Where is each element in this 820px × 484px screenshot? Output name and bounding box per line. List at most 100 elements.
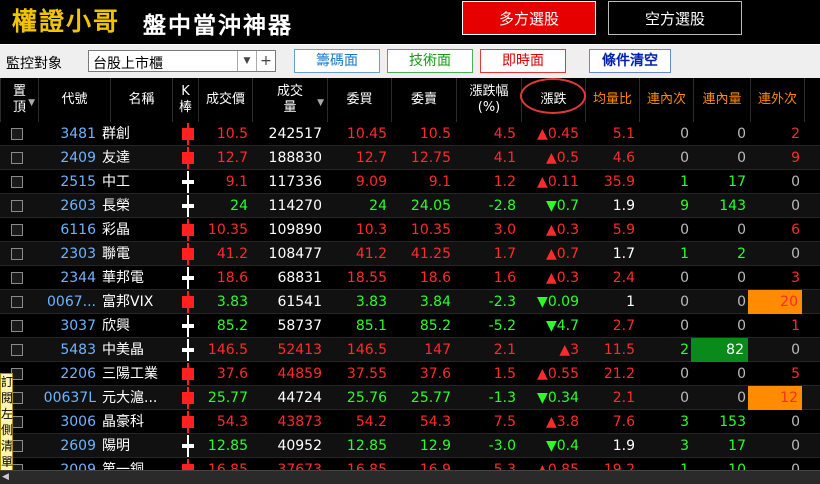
ask-cell: 147: [424, 342, 451, 358]
side-tab[interactable]: 訂閱左側清單: [0, 373, 13, 483]
pct-cell: 1.6: [493, 270, 516, 286]
stock-name: 富邦VIX: [102, 294, 154, 310]
inner-volume-cell: 0: [737, 126, 746, 142]
outer-count-cell: 0: [791, 246, 800, 262]
inner-volume-cell: 2: [737, 246, 746, 262]
pct-cell: 1.2: [493, 174, 516, 190]
pin-checkbox[interactable]: [11, 152, 23, 164]
inner-count-cell: 0: [680, 126, 689, 142]
candlestick-icon: [176, 314, 200, 338]
inner-count-cell: 3: [680, 438, 689, 454]
candle-body: [182, 324, 194, 328]
table-row[interactable]: 2344 華邦電 18.6 68831 18.55 18.6 1.6 ▲0.3 2.4 0 0 3: [0, 266, 820, 290]
table-row[interactable]: 2603 長榮 24 114270 24 24.05 -2.8 ▼0.7 1.9 9 143 0: [0, 194, 820, 218]
pin-checkbox[interactable]: [11, 128, 23, 140]
col-price[interactable]: 成交價: [198, 78, 252, 122]
volume-cell: 52413: [277, 342, 322, 358]
candlestick-icon: [176, 290, 200, 314]
stock-name: 長榮: [102, 198, 130, 214]
bid-cell: 24: [369, 198, 387, 214]
add-icon[interactable]: +: [256, 51, 275, 71]
candle-body: [182, 348, 194, 352]
volume-ratio-cell: 5.9: [612, 222, 635, 238]
pin-checkbox[interactable]: [11, 176, 23, 188]
side-tab-label: 訂閱左側清單: [1, 375, 14, 469]
clear-conditions-button[interactable]: 條件清空: [589, 49, 671, 73]
pin-checkbox[interactable]: [11, 224, 23, 236]
candlestick-icon: [176, 338, 200, 362]
col-inner-volume[interactable]: 連內量: [693, 78, 750, 122]
table-row[interactable]: 3037 欣興 85.2 58737 85.1 85.2 -5.2 ▼4.7 2.7 0 0 1: [0, 314, 820, 338]
tech-filter-button[interactable]: 技術面: [387, 49, 473, 73]
market-select[interactable]: 台股上市櫃 ▼ +: [88, 50, 276, 72]
table-row[interactable]: 0067... 富邦VIX 3.83 61541 3.83 3.84 -2.3 ▼0.09 1 0…: [0, 290, 820, 314]
volume-ratio-cell: 4.6: [612, 150, 635, 166]
col-pct[interactable]: 漲跌幅(%): [456, 78, 521, 122]
pin-checkbox[interactable]: [11, 344, 23, 356]
pct-cell: -3.0: [488, 438, 516, 454]
chevron-down-icon[interactable]: ▼: [237, 51, 256, 71]
horizontal-scrollbar[interactable]: ◀: [0, 470, 820, 484]
price-cell: 9.1: [225, 174, 248, 190]
bid-cell: 37.55: [346, 366, 387, 382]
pin-checkbox[interactable]: [11, 296, 23, 308]
col-volume[interactable]: 成交量 ▼: [252, 78, 327, 122]
stock-name: 晶豪科: [102, 414, 144, 430]
pct-cell: 1.5: [493, 366, 516, 382]
chip-filter-button[interactable]: 籌碼面: [294, 49, 380, 73]
price-cell: 18.6: [216, 270, 248, 286]
outer-count-cell: 6: [791, 222, 800, 238]
col-name[interactable]: 名稱: [110, 78, 172, 122]
pin-checkbox[interactable]: [11, 248, 23, 260]
monitor-label: 監控對象: [6, 56, 62, 72]
col-bid[interactable]: 委買: [327, 78, 391, 122]
pin-checkbox[interactable]: [11, 272, 23, 284]
scroll-left-icon[interactable]: ◀: [2, 472, 9, 482]
realtime-filter-button[interactable]: 即時面: [480, 49, 566, 73]
ask-cell: 24.05: [410, 198, 451, 214]
table-row[interactable]: 2206 三陽工業 37.6 44859 37.55 37.6 1.5 ▲0.55 21.2 0 0…: [0, 362, 820, 386]
app-header: 權證小哥 盤中當沖神器 多方選股 空方選股: [0, 0, 820, 44]
inner-volume-cell: 82: [691, 338, 748, 362]
price-cell: 12.85: [207, 438, 248, 454]
tab-short-screen[interactable]: 空方選股: [608, 1, 742, 35]
col-kbar[interactable]: K棒: [172, 78, 198, 122]
inner-volume-cell: 17: [728, 174, 746, 190]
stock-code: 2303: [60, 246, 96, 262]
stock-name: 中工: [102, 174, 130, 190]
table-row[interactable]: 2409 友達 12.7 188830 12.7 12.75 4.1 ▲0.5 4.6 0 0 9: [0, 146, 820, 170]
table-row[interactable]: 6116 彩晶 10.35 109890 10.3 10.35 3.0 ▲0.3 5.9 0 0 6: [0, 218, 820, 242]
table-row[interactable]: 3006 晶豪科 54.3 43873 54.2 54.3 7.5 ▲3.8 7.6 3 153 0: [0, 410, 820, 434]
tab-long-screen[interactable]: 多方選股: [462, 1, 596, 35]
table-row[interactable]: 2609 陽明 12.85 40952 12.85 12.9 -3.0 ▼0.4 1.9 3 17 0: [0, 434, 820, 458]
table-row[interactable]: 00637L 元大滬... 25.77 44724 25.76 25.77 -1.3 ▼0.3…: [0, 386, 820, 410]
col-code[interactable]: 代號: [38, 78, 110, 122]
inner-count-cell: 0: [680, 270, 689, 286]
candle-body: [182, 180, 194, 184]
col-inner-count[interactable]: 連內次: [639, 78, 693, 122]
grid-header: 置頂 ▼ 代號 名稱 K棒 成交價 成交量 ▼ 委買 委賣 漲跌幅(%) 漲跌 均量…: [0, 78, 820, 123]
highlight-circle: [520, 78, 586, 114]
pin-checkbox[interactable]: [11, 200, 23, 212]
volume-ratio-cell: 1.9: [612, 438, 635, 454]
volume-ratio-cell: 35.9: [603, 174, 635, 190]
ask-cell: 18.6: [419, 270, 451, 286]
candlestick-icon: [176, 218, 200, 242]
table-row[interactable]: 5483 中美晶 146.5 52413 146.5 147 2.1 ▲3 11.5 2 82 0: [0, 338, 820, 362]
candlestick-icon: [176, 386, 200, 410]
col-outer-count[interactable]: 連外次: [750, 78, 804, 122]
inner-count-cell: 0: [680, 294, 689, 310]
bid-cell: 146.5: [346, 342, 387, 358]
table-row[interactable]: 3481 群創 10.5 242517 10.45 10.5 4.5 ▲0.45 5.1 0 0 2: [0, 122, 820, 146]
col-pin[interactable]: 置頂 ▼: [0, 78, 38, 122]
stock-code: 2609: [60, 438, 96, 454]
inner-count-cell: 1: [680, 174, 689, 190]
outer-count-cell: 2: [791, 126, 800, 142]
col-ask[interactable]: 委賣: [391, 78, 456, 122]
table-row[interactable]: 2303 聯電 41.2 108477 41.2 41.25 1.7 ▲0.7 1.7 1 2 0: [0, 242, 820, 266]
pin-checkbox[interactable]: [11, 320, 23, 332]
inner-count-cell: 9: [680, 198, 689, 214]
table-row[interactable]: 2515 中工 9.1 117336 9.09 9.1 1.2 ▲0.11 35.9 1 17 0: [0, 170, 820, 194]
candlestick-icon: [176, 170, 200, 194]
col-volume-ratio[interactable]: 均量比: [585, 78, 639, 122]
